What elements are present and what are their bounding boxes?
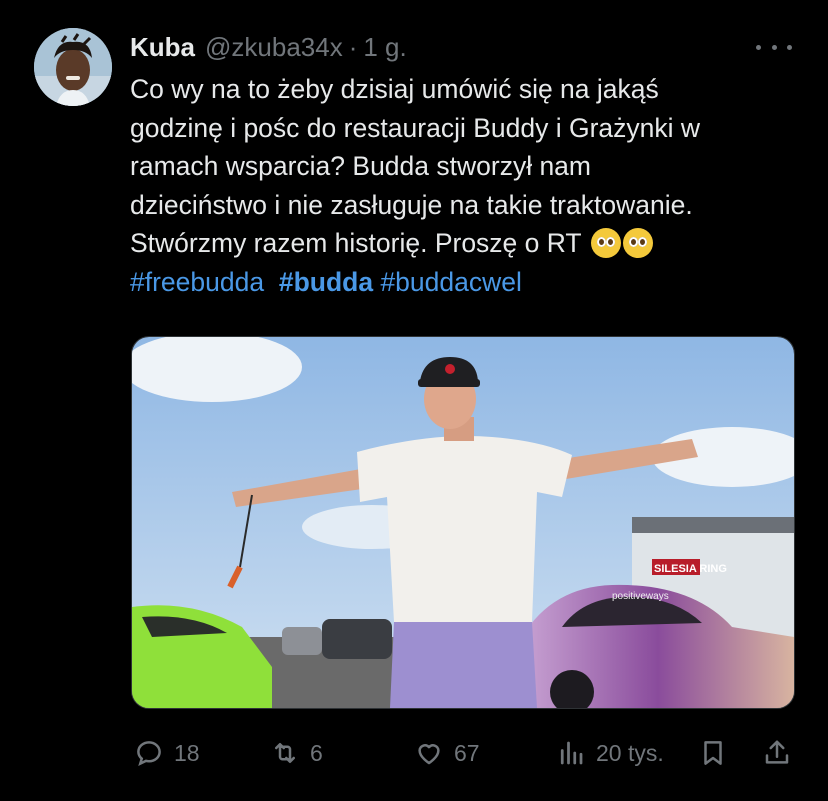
retweet-count: 6: [310, 739, 323, 766]
reply-button[interactable]: 18: [134, 735, 200, 771]
tweet-actions: 18 6 67 20 tys.: [130, 735, 800, 771]
avatar[interactable]: [34, 28, 112, 106]
tweet-text-line: ramach wsparcia? Budda stworzył nam: [130, 151, 591, 181]
author-name[interactable]: Kuba: [130, 32, 195, 63]
tweet-text-line: Stwórzmy razem historię. Proszę o RT: [130, 224, 810, 263]
separator: ·: [348, 31, 358, 62]
bookmark-icon: [704, 741, 722, 765]
timestamp[interactable]: 1 g.: [363, 32, 406, 63]
hashtag-link[interactable]: #buddacwel: [380, 267, 521, 297]
retweet-button[interactable]: 6: [270, 735, 323, 771]
retweet-icon: [275, 743, 295, 763]
reply-icon: [137, 741, 161, 766]
reply-count: 18: [174, 739, 200, 766]
views-count: 20 tys.: [596, 739, 664, 766]
tweet[interactable]: Kuba @zkuba34x · 1 g. Co wy na to żeby d…: [0, 0, 828, 801]
tweet-text-line: Co wy na to żeby dzisiaj umówić się na j…: [130, 74, 659, 104]
hashtag-link[interactable]: #freebudda: [130, 267, 264, 297]
pleading-face-emoji-icon: [622, 228, 653, 258]
car-decal-text: positiveways: [612, 591, 669, 602]
tweet-text: Co wy na to żeby dzisiaj umówić się na j…: [130, 70, 810, 301]
tweet-text-line: dzieciństwo i nie zasługuje na takie tra…: [130, 189, 693, 220]
tweet-photo[interactable]: SILESIA RING positiveways: [131, 336, 795, 709]
author-handle[interactable]: @zkuba34x: [205, 32, 343, 63]
like-icon: [418, 744, 440, 765]
like-button[interactable]: 67: [414, 735, 480, 771]
bookmark-button[interactable]: [698, 735, 728, 771]
views-icon: [560, 741, 583, 765]
like-count: 67: [454, 739, 480, 766]
tweet-header: Kuba @zkuba34x · 1 g.: [130, 30, 407, 64]
hashtag-link[interactable]: #budda: [279, 267, 373, 297]
tweet-text-line: godzinę i pośc do restauracji Buddy i Gr…: [130, 112, 701, 143]
share-icon: [765, 740, 789, 764]
views-button[interactable]: 20 tys.: [556, 735, 664, 771]
share-button[interactable]: [762, 735, 792, 771]
more-icon[interactable]: [756, 36, 792, 58]
grandstand-sign: SILESIA RING: [654, 563, 727, 575]
hashtags: #freebudda #budda #buddacwel: [130, 263, 810, 302]
tweet-text-fragment: Stwórzmy razem historię. Proszę o RT: [130, 228, 582, 258]
pleading-face-emoji-icon: [590, 228, 621, 258]
